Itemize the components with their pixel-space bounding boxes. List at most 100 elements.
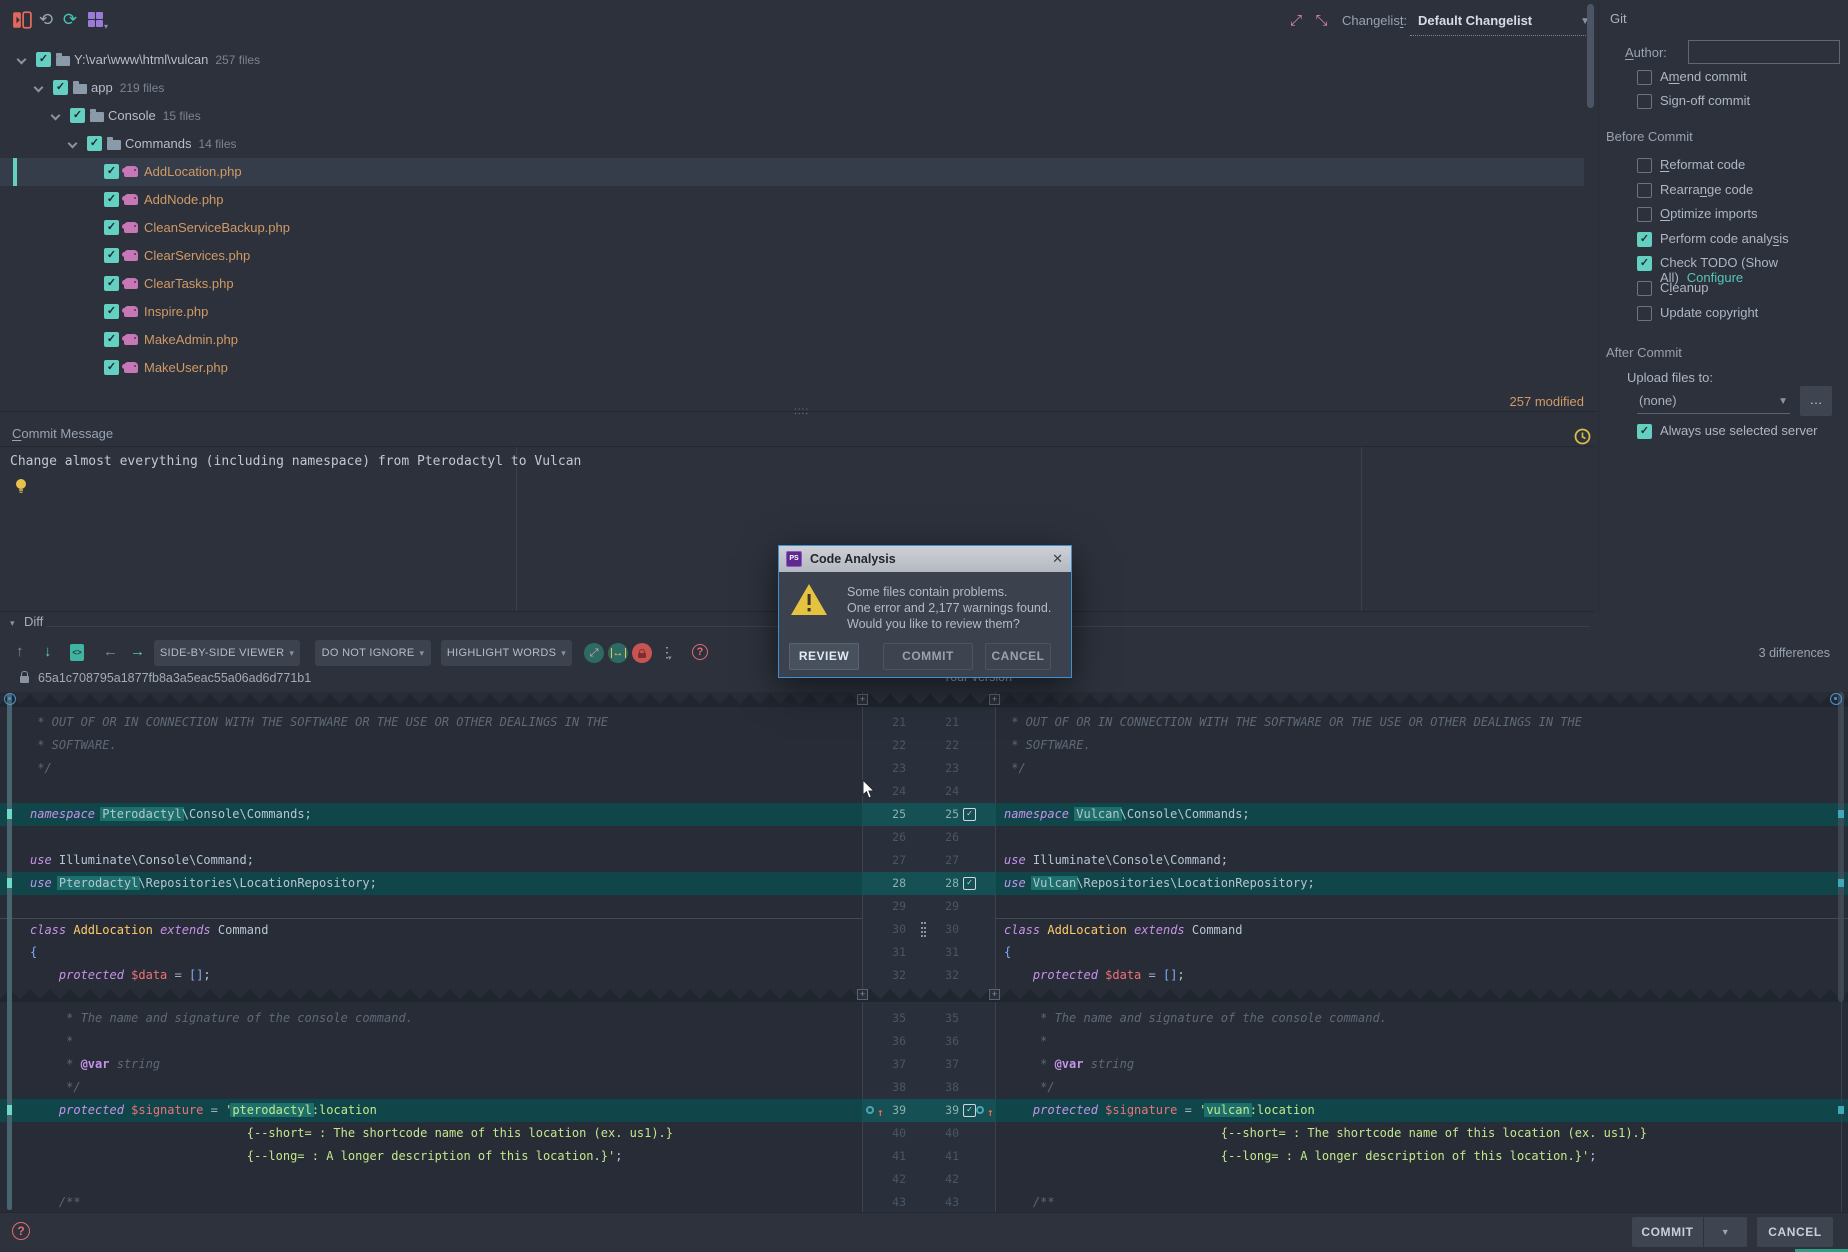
close-icon[interactable]: ✕ [1052,551,1063,567]
collapse-unchanged-toggle[interactable]: ⤢ [584,643,604,663]
show-diff-icon[interactable] [12,10,32,30]
splitter-drag-handle[interactable]: :::: [794,406,809,417]
checkbox-always-use-selected-server[interactable]: ✓ [1637,424,1652,439]
change-tick[interactable] [7,809,12,819]
previous-file-icon[interactable]: ← [103,643,118,660]
tree-row-folder[interactable]: ✓Y:\var\www\html\vulcan257 files [0,46,1584,74]
file-checkbox[interactable]: ✓ [87,136,102,151]
collapsed-region-band[interactable] [0,694,1848,707]
chevron-down-icon[interactable] [51,111,61,121]
checkbox-reformat-code[interactable] [1637,158,1652,173]
gutter-drag-grip[interactable] [921,922,926,937]
diff-line-right[interactable]: * SOFTWARE. [996,734,1848,757]
checkbox-cleanup[interactable] [1637,281,1652,296]
diff-line-left[interactable]: class AddLocation extends Command [0,918,862,941]
expand-region-icon[interactable]: + [857,694,868,705]
diff-line-left[interactable]: /** [0,1191,862,1212]
file-checkbox[interactable]: ✓ [36,52,51,67]
diff-line-right[interactable]: {--short= : The shortcode name of this l… [996,1122,1848,1145]
change-tick[interactable] [1838,1106,1844,1114]
diff-line-right[interactable]: * OUT OF OR IN CONNECTION WITH THE SOFTW… [996,711,1848,734]
diff-line-right[interactable] [996,1168,1848,1191]
file-checkbox[interactable]: ✓ [104,164,119,179]
review-button[interactable]: REVIEW [789,643,859,670]
next-difference-icon[interactable]: ↓ [44,643,52,660]
checkbox-check-todo-show-all-[interactable]: ✓ [1637,256,1652,271]
diff-line-right[interactable]: class AddLocation extends Command [996,918,1848,941]
tree-row-folder[interactable]: ✓Commands14 files [0,130,1584,158]
diff-line-left[interactable]: * SOFTWARE. [0,734,862,757]
change-tick[interactable] [1838,810,1844,818]
diff-line-left[interactable]: use Pterodactyl\Repositories\LocationRep… [0,872,862,895]
diff-line-right[interactable]: protected $data = []; [996,964,1848,987]
changelist-dropdown[interactable]: Default Changelist ▼ [1410,10,1594,36]
next-file-icon[interactable]: → [130,643,145,660]
diff-line-right[interactable]: use Vulcan\Repositories\LocationReposito… [996,872,1848,895]
expand-region-icon[interactable]: + [989,694,1000,705]
expand-region-icon[interactable]: + [989,989,1000,1000]
checkbox-amend-commit[interactable] [1637,70,1652,85]
checkbox-rearrange-code[interactable] [1637,183,1652,198]
diff-line-right[interactable]: * The name and signature of the console … [996,1007,1848,1030]
chevron-down-icon[interactable] [68,139,78,149]
diff-line-left[interactable]: * [0,1030,862,1053]
diff-line-left[interactable]: protected $signature = 'pterodactyl:loca… [0,1099,862,1122]
diff-line-right[interactable] [996,780,1848,803]
jump-to-source-icon[interactable]: <> [70,644,84,661]
file-checkbox[interactable]: ✓ [53,80,68,95]
change-tick[interactable] [1838,879,1844,887]
left-change-markers[interactable] [7,694,12,1210]
change-tick[interactable] [7,1105,12,1115]
diff-line-left[interactable]: * OUT OF OR IN CONNECTION WITH THE SOFTW… [0,711,862,734]
group-by-icon[interactable] [88,12,103,27]
tree-scrollbar[interactable] [1587,4,1594,108]
upload-target-dropdown[interactable]: (none)▼ [1637,390,1790,414]
cancel-button[interactable]: CANCEL [1757,1217,1833,1247]
diff-line-left[interactable]: * The name and signature of the console … [0,1007,862,1030]
diff-line-right[interactable] [996,895,1848,918]
tree-row-file[interactable]: ✓ClearTasks.php [0,270,1584,298]
diff-line-left[interactable] [0,826,862,849]
help-icon[interactable]: ? [692,644,708,660]
diff-line-left[interactable]: */ [0,1076,862,1099]
tree-row-file[interactable]: ✓MakeAdmin.php [0,326,1584,354]
right-scrollbar-thumb[interactable] [1838,692,1844,1002]
file-checkbox[interactable]: ✓ [104,276,119,291]
left-gutter-eye-icon[interactable] [4,693,16,705]
file-checkbox[interactable]: ✓ [104,248,119,263]
file-checkbox[interactable]: ✓ [104,192,119,207]
include-change-checkbox[interactable]: ✓ [963,877,976,890]
synchronize-scrolling-toggle[interactable]: ↔ [608,643,628,663]
chevron-down-icon[interactable] [17,55,27,65]
diff-line-left[interactable] [0,780,862,803]
commit-options-caret[interactable]: ▼ [1704,1217,1747,1247]
expand-all-icon[interactable]: ⤢ [1286,10,1306,30]
include-change-checkbox[interactable]: ✓ [963,1104,976,1117]
chevron-down-icon[interactable] [34,83,44,93]
commit-button[interactable]: COMMIT [1632,1217,1703,1247]
diff-line-left[interactable]: namespace Pterodactyl\Console\Commands; [0,803,862,826]
diff-line-right[interactable]: * [996,1030,1848,1053]
upload-more-button[interactable]: … [1800,386,1832,416]
diff-line-right[interactable]: {--long= : A longer description of this … [996,1145,1848,1168]
whitespace-policy-dropdown[interactable]: DO NOT IGNORE ▾ [315,640,431,666]
previous-difference-icon[interactable]: ↑ [16,643,24,660]
dialog-commit-button[interactable]: COMMIT [883,643,973,670]
diff-line-right[interactable]: use Illuminate\Console\Command; [996,849,1848,872]
diff-line-right[interactable]: */ [996,757,1848,780]
tree-row-folder[interactable]: ✓app219 files [0,74,1584,102]
file-checkbox[interactable]: ✓ [104,304,119,319]
intention-bulb-icon[interactable] [14,477,28,495]
tree-row-file[interactable]: ✓MakeUser.php [0,354,1584,382]
viewer-mode-dropdown[interactable]: SIDE-BY-SIDE VIEWER ▾ [154,640,300,666]
diff-line-right[interactable] [996,826,1848,849]
diff-section-label[interactable]: Diff [24,614,43,629]
right-gutter-eye-icon[interactable] [1830,693,1842,705]
diff-line-left[interactable]: { [0,941,862,964]
help-icon[interactable]: ? [12,1222,30,1240]
file-checkbox[interactable]: ✓ [104,360,119,375]
diff-line-left[interactable]: */ [0,757,862,780]
expand-region-icon[interactable]: + [857,989,868,1000]
commit-history-icon[interactable] [1574,428,1591,445]
tree-row-file[interactable]: ✓ClearServices.php [0,242,1584,270]
